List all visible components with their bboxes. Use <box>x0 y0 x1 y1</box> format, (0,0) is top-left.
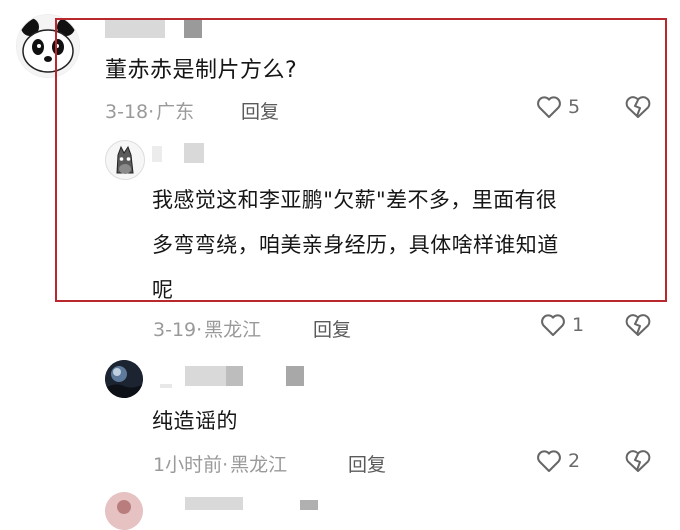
comment-location: 黑龙江 <box>204 319 262 341</box>
comment-date: 1小时前 <box>153 454 223 476</box>
comment-meta: 3-19· 黑龙江 <box>153 315 261 342</box>
dislike-button[interactable] <box>624 313 652 337</box>
night-avatar <box>105 360 143 398</box>
dislike-button[interactable] <box>624 449 652 473</box>
reply-text: 纯造谣的 <box>152 409 238 433</box>
reply-button[interactable]: 回复 <box>348 450 386 477</box>
username-blurred <box>286 366 304 386</box>
avatar[interactable] <box>105 360 143 398</box>
like-count: 1 <box>572 314 585 336</box>
like-count: 2 <box>568 450 581 472</box>
username-blurred <box>185 497 243 510</box>
like-button[interactable]: 2 <box>536 449 580 473</box>
reply-button[interactable]: 回复 <box>313 315 351 342</box>
dislike-heart-icon <box>624 449 652 473</box>
heart-icon <box>540 313 566 337</box>
dislike-heart-icon <box>624 313 652 337</box>
comment-location: 黑龙江 <box>230 454 288 476</box>
meta-separator: · <box>196 319 203 341</box>
username-blurred <box>300 500 318 510</box>
like-button[interactable]: 1 <box>540 313 584 337</box>
avatar[interactable] <box>105 492 143 530</box>
comment-date: 3-19 <box>153 319 197 341</box>
comment-meta: 1小时前· 黑龙江 <box>153 450 287 477</box>
heart-icon <box>536 449 562 473</box>
username-blurred <box>160 384 172 388</box>
username-blurred <box>226 366 243 386</box>
meta-separator: · <box>222 454 229 476</box>
highlight-box <box>55 18 667 302</box>
user-avatar <box>105 492 143 530</box>
